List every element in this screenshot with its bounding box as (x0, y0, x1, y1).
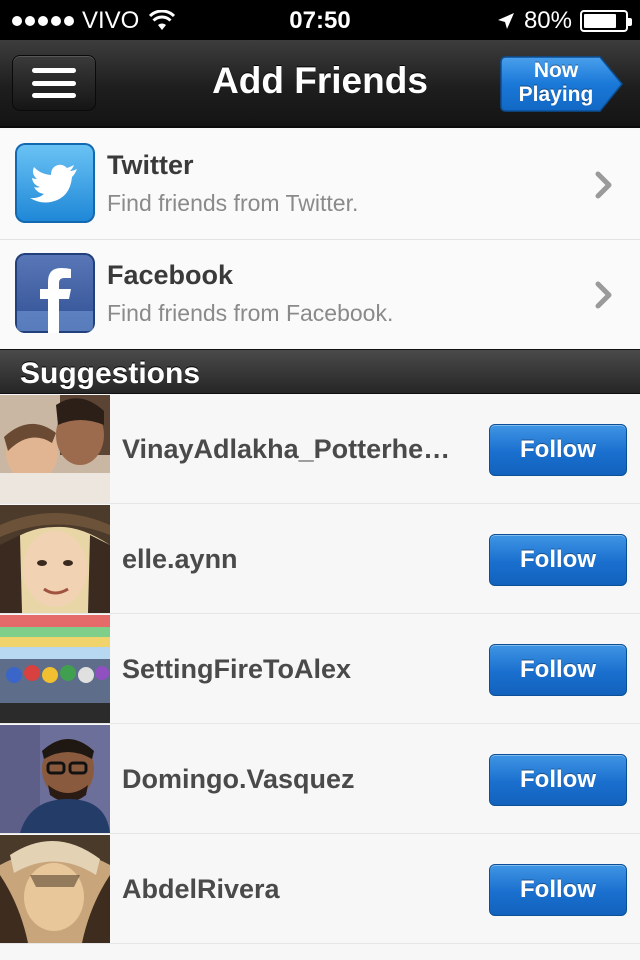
twitter-row[interactable]: Twitter Find friends from Twitter. (0, 130, 640, 240)
username[interactable]: elle.aynn (122, 544, 467, 575)
suggestions-list: VinayAdlakha_Potterhe… Follow elle.aynn … (0, 394, 640, 944)
chevron-right-icon (595, 281, 612, 309)
suggestion-row[interactable]: VinayAdlakha_Potterhe… Follow (0, 394, 640, 504)
now-playing-button[interactable]: Now Playing (500, 56, 624, 112)
location-arrow-icon (497, 13, 514, 29)
facebook-subtitle: Find friends from Facebook. (107, 300, 394, 326)
follow-button[interactable]: Follow (489, 864, 627, 916)
username[interactable]: Domingo.Vasquez (122, 764, 467, 795)
suggestion-row[interactable]: Domingo.Vasquez Follow (0, 724, 640, 834)
facebook-row[interactable]: Facebook Find friends from Facebook. (0, 240, 640, 350)
twitter-subtitle: Find friends from Twitter. (107, 190, 359, 216)
avatar[interactable] (0, 505, 110, 613)
username[interactable]: SettingFireToAlex (122, 654, 467, 685)
suggestion-row[interactable]: AbdelRivera Follow (0, 834, 640, 944)
avatar[interactable] (0, 835, 110, 943)
avatar[interactable] (0, 615, 110, 723)
battery-icon (580, 10, 632, 32)
battery-percent: 80% (523, 7, 572, 34)
avatar[interactable] (0, 395, 110, 503)
suggestion-row[interactable]: SettingFireToAlex Follow (0, 614, 640, 724)
now-playing-line1: Now (533, 59, 579, 82)
follow-button[interactable]: Follow (489, 754, 627, 806)
username[interactable]: VinayAdlakha_Potterhe… (122, 434, 467, 465)
twitter-title: Twitter (107, 150, 194, 180)
twitter-icon (15, 143, 95, 223)
follow-button[interactable]: Follow (489, 644, 627, 696)
follow-button[interactable]: Follow (489, 424, 627, 476)
follow-button[interactable]: Follow (489, 534, 627, 586)
chevron-right-icon (595, 171, 612, 199)
suggestions-section-header: Suggestions (0, 349, 640, 394)
navigation-bar: Add Friends Now Playing (0, 40, 640, 128)
facebook-title: Facebook (107, 260, 234, 290)
suggestion-row[interactable]: elle.aynn Follow (0, 504, 640, 614)
facebook-icon (15, 253, 95, 333)
social-connect-list: Twitter Find friends from Twitter. Faceb… (0, 130, 640, 350)
section-title: Suggestions (20, 357, 201, 390)
username[interactable]: AbdelRivera (122, 874, 467, 905)
avatar[interactable] (0, 725, 110, 833)
status-bar: VIVO 07:50 80% (0, 0, 640, 40)
now-playing-line2: Playing (518, 83, 594, 106)
